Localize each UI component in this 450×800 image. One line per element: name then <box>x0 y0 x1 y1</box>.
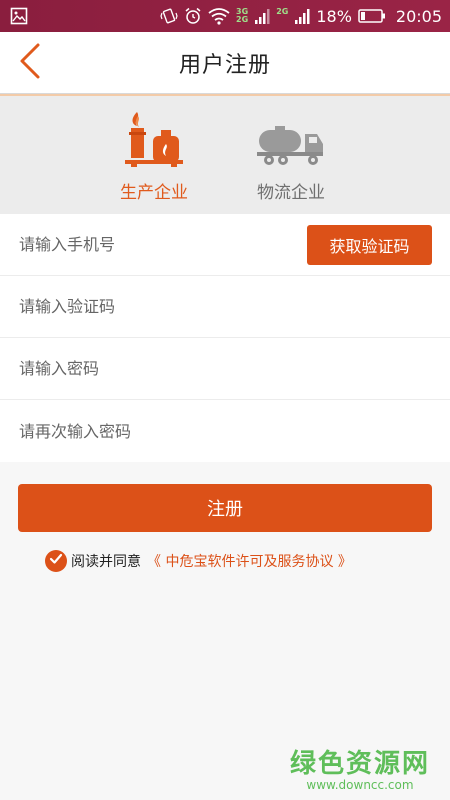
page-title: 用户注册 <box>178 52 271 78</box>
company-type-logistics[interactable]: 物流企业 <box>241 110 341 203</box>
get-code-button[interactable]: 获取验证码 <box>307 224 432 265</box>
battery-icon <box>358 8 386 24</box>
company-type-label: 生产企业 <box>120 183 188 203</box>
vibrate-icon <box>160 7 178 25</box>
registration-form: 获取验证码 <box>0 214 450 462</box>
agreement-checkbox[interactable] <box>45 550 67 572</box>
agreement-row: 阅读并同意 《 中危宝软件许可及服务协议 》 <box>45 550 450 572</box>
agreement-text: 阅读并同意 <box>71 554 141 570</box>
phone-input[interactable] <box>19 235 307 254</box>
battery-percent: 18% <box>316 6 352 26</box>
phone-row: 获取验证码 <box>0 214 450 276</box>
status-bar: 3G 2G 2G 18% 20:05 <box>0 0 450 32</box>
tanker-truck-icon <box>251 110 331 168</box>
watermark: 绿色资源网 www.downcc.com <box>290 743 430 792</box>
company-type-selector: 生产企业 物流企业 <box>0 96 450 214</box>
password-input[interactable] <box>19 359 432 378</box>
verification-code-input[interactable] <box>19 297 432 316</box>
alarm-icon <box>184 7 202 25</box>
agreement-link[interactable]: 《 中危宝软件许可及服务协议 》 <box>147 551 352 571</box>
register-button[interactable]: 注册 <box>18 484 432 532</box>
confirm-password-input[interactable] <box>19 421 432 441</box>
network-type-indicator-2: 2G <box>276 7 289 16</box>
signal-icon <box>254 7 270 25</box>
network-type-indicator: 3G 2G <box>236 7 249 24</box>
signal-icon-2 <box>294 7 310 25</box>
gallery-icon <box>10 7 28 25</box>
clock: 20:05 <box>395 6 442 26</box>
confirm-password-row <box>0 400 450 462</box>
back-button[interactable] <box>12 42 48 84</box>
password-row <box>0 338 450 400</box>
form-spacer <box>0 462 450 484</box>
watermark-url: www.downcc.com <box>306 778 414 792</box>
watermark-text: 绿色资源网 <box>289 749 430 779</box>
header-bar: 用户注册 <box>0 32 450 94</box>
chevron-left-icon <box>18 42 42 84</box>
company-type-production[interactable]: 生产企业 <box>104 110 204 203</box>
wifi-icon <box>208 7 230 25</box>
factory-icon <box>114 110 194 168</box>
code-row <box>0 276 450 338</box>
company-type-label: 物流企业 <box>257 183 325 203</box>
checkmark-icon <box>49 553 63 569</box>
